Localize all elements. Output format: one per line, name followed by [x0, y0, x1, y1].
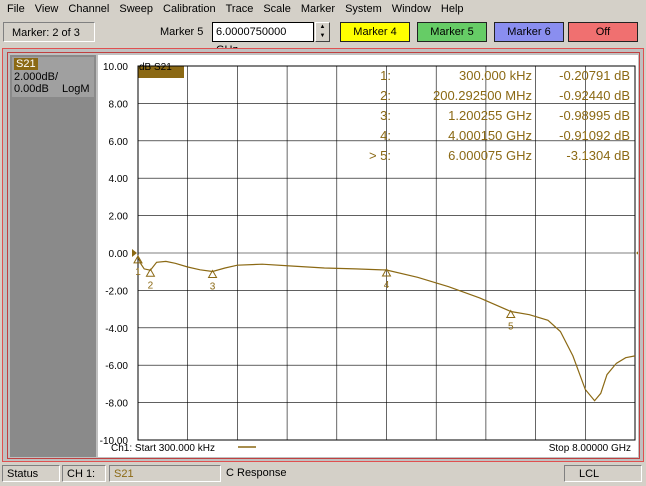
marker-5-button[interactable]: Marker 5 — [417, 22, 487, 42]
marker-off-button[interactable]: Off — [568, 22, 638, 42]
marker-frequency-spinner[interactable]: ▲ ▼ — [315, 22, 330, 42]
y-tick-label: -6.00 — [105, 361, 128, 372]
y-tick-label: 10.00 — [103, 62, 128, 73]
marker-count-display: Marker: 2 of 3 — [3, 22, 95, 42]
marker-2-number: 2 — [148, 280, 154, 291]
trace-scale-label: 2.000dB/ — [14, 71, 59, 83]
marker-readout-label: 1: — [380, 68, 391, 83]
marker-readout-value: -0.20791 dB — [559, 68, 630, 83]
marker-select-label: Marker 5 — [160, 26, 204, 38]
ref-level-right-icon — [636, 251, 638, 255]
marker-readout-value: -0.92440 dB — [559, 88, 630, 103]
response-field: C Response — [226, 467, 287, 479]
menu-scale[interactable]: Scale — [258, 0, 296, 18]
menu-bar: File View Channel Sweep Calibration Trac… — [0, 0, 646, 18]
menu-marker[interactable]: Marker — [296, 0, 340, 18]
marker-readout-frequency: 300.000 kHz — [459, 68, 532, 83]
y-tick-label: 6.00 — [109, 137, 129, 148]
stop-frequency-label: Stop 8.00000 GHz — [549, 443, 631, 454]
menu-trace[interactable]: Trace — [221, 0, 259, 18]
ref-level-left-icon — [132, 249, 137, 257]
channel-field: CH 1: — [62, 465, 106, 482]
menu-calibration[interactable]: Calibration — [158, 0, 221, 18]
marker-readout-value: -0.91092 dB — [559, 128, 630, 143]
marker-readout-frequency: 4.000150 GHz — [448, 128, 532, 143]
y-tick-label: 8.00 — [109, 99, 129, 110]
marker-4-number: 4 — [384, 280, 390, 291]
trace-format-label: LogM — [62, 83, 90, 95]
status-field: Status — [2, 465, 60, 482]
marker-frequency-input[interactable]: 6.0000750000 GHz — [212, 22, 314, 56]
marker-readout-frequency: 1.200255 GHz — [448, 108, 532, 123]
trace-label: dB S21 — [139, 62, 172, 73]
marker-5-number: 5 — [508, 322, 514, 333]
spin-down-icon[interactable]: ▼ — [316, 32, 329, 41]
active-trace-field: S21 — [109, 465, 221, 482]
y-tick-label: 2.00 — [109, 212, 129, 223]
local-remote-field: LCL — [564, 465, 642, 482]
trace-status-panel[interactable]: S21 2.000dB/ 0.00dB LogM — [10, 55, 96, 457]
trace-param-label[interactable]: S21 — [14, 58, 38, 70]
y-tick-label: 4.00 — [109, 174, 129, 185]
status-bar: Status CH 1: S21 C Response LCL — [0, 463, 646, 485]
marker-1-number: 1 — [135, 267, 141, 278]
y-tick-label: -4.00 — [105, 324, 128, 335]
marker-readout-label: > 5: — [369, 148, 391, 163]
y-tick-label: -8.00 — [105, 399, 128, 410]
menu-file[interactable]: File — [0, 0, 30, 18]
marker-readout-frequency: 200.292500 MHz — [433, 88, 532, 103]
s21-chart[interactable]: dB S21 Ch1: Start 300.000 kHz Stop 8.000… — [98, 55, 638, 457]
menu-sweep[interactable]: Sweep — [114, 0, 158, 18]
channel-window: S21 2.000dB/ 0.00dB LogM dB S21 Ch1: Sta… — [7, 52, 640, 459]
spin-up-icon[interactable]: ▲ — [316, 23, 329, 32]
marker-6-button[interactable]: Marker 6 — [494, 22, 564, 42]
y-tick-label: -10.00 — [100, 436, 129, 447]
menu-help[interactable]: Help — [436, 0, 469, 18]
marker-readout-value: -0.98995 dB — [559, 108, 630, 123]
chart-area[interactable]: dB S21 Ch1: Start 300.000 kHz Stop 8.000… — [98, 55, 638, 457]
marker-readout-frequency: 6.000075 GHz — [448, 148, 532, 163]
menu-channel[interactable]: Channel — [63, 0, 114, 18]
marker-toolbar: Marker: 2 of 3 Marker 5 6.0000750000 GHz… — [0, 20, 646, 56]
marker-3-number: 3 — [210, 282, 216, 293]
y-tick-label: -2.00 — [105, 286, 128, 297]
marker-readout-label: 2: — [380, 88, 391, 103]
y-tick-label: 0.00 — [109, 249, 129, 260]
trace-ref-label: 0.00dB — [14, 83, 49, 95]
menu-view[interactable]: View — [30, 0, 64, 18]
marker-readout-label: 3: — [380, 108, 391, 123]
menu-system[interactable]: System — [340, 0, 387, 18]
menu-window[interactable]: Window — [387, 0, 436, 18]
marker-readout-value: -3.1304 dB — [566, 148, 630, 163]
marker-readout-label: 4: — [380, 128, 391, 143]
marker-4-button[interactable]: Marker 4 — [340, 22, 410, 42]
measurement-window: S21 2.000dB/ 0.00dB LogM dB S21 Ch1: Sta… — [2, 48, 644, 462]
